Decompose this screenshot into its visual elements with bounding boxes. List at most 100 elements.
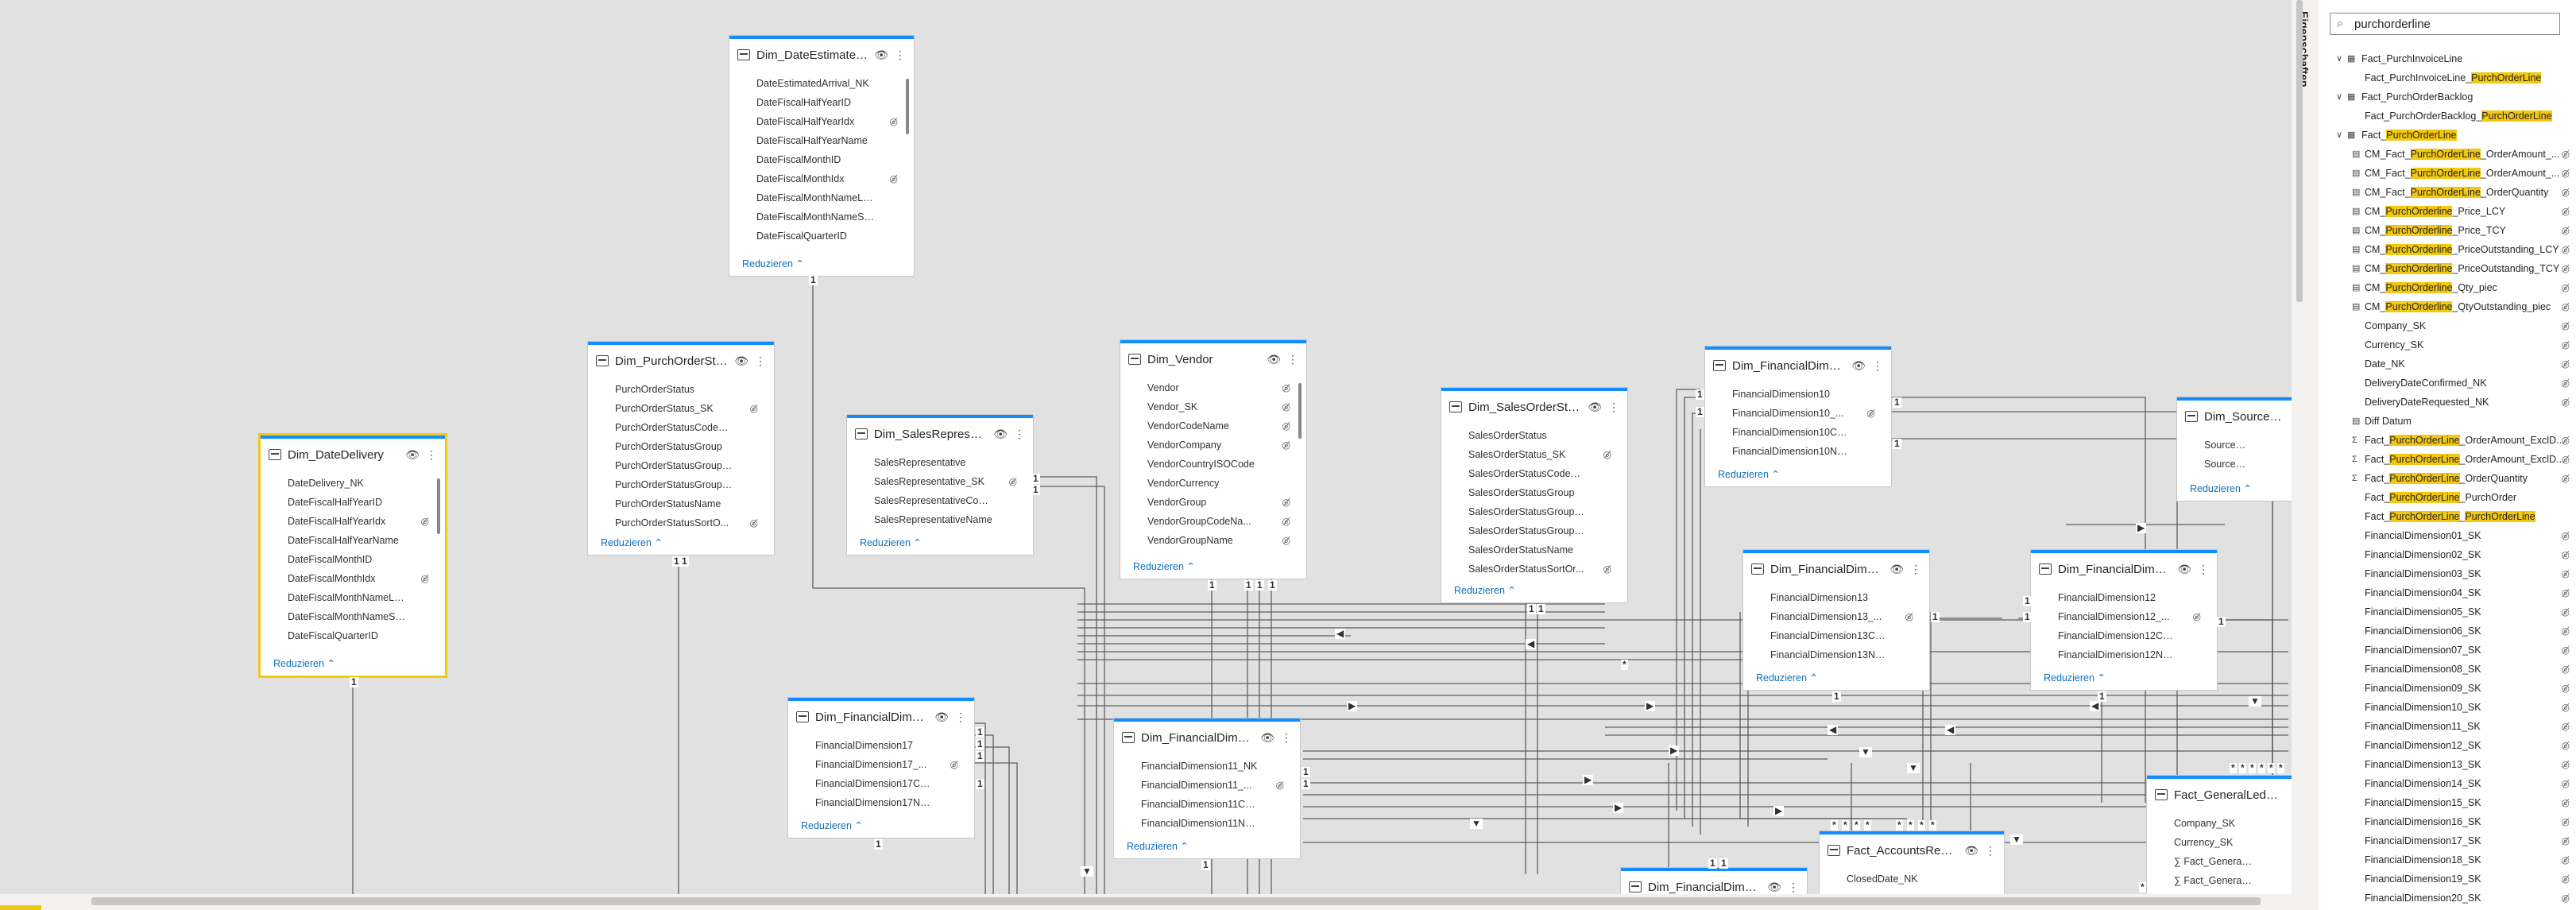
table-field[interactable]: PurchOrderStatusSortO... ◎̸ [615,513,774,532]
table-field[interactable]: FinancialDimension10 [1732,385,1891,404]
hidden-eye-icon[interactable]: ◎̸ [750,399,758,418]
hidden-eye-icon[interactable]: ◎̸ [1282,416,1290,436]
table-field[interactable]: DateFiscalQuarterID [288,626,445,645]
table-field[interactable]: SalesOrderStatusGroupCodeNa... [1468,502,1627,521]
table-field[interactable]: SalesOrderStatusGroupName [1468,521,1627,540]
field-list-item[interactable]: ▤ CM_Fact_PurchOrderLine_OrderQuantity ◎̸ [2319,183,2576,202]
card-scrollbar[interactable] [437,478,440,534]
field-list-item[interactable]: FinancialDimension01_SK ◎̸ [2319,526,2576,545]
field-list-item[interactable]: Date_NK ◎̸ [2319,354,2576,374]
field-list-item[interactable]: FinancialDimension18_SK ◎̸ [2319,850,2576,869]
table-card-sales-order-status[interactable]: Dim_SalesOrderStatus 👁 ⋮ SalesOrderStatus S… [1441,388,1627,602]
table-card-financial-dimension-11[interactable]: Dim_FinancialDimens... 👁 ⋮ FinancialDimens… [1114,718,1300,858]
table-field[interactable]: DateFiscalHalfYearID [288,493,445,512]
table-field[interactable]: VendorCountryISOCode [1147,455,1306,474]
collapse-link[interactable]: Reduzieren ⌃ [1133,560,1195,572]
field-list-item[interactable]: Company_SK ◎̸ [2319,316,2576,335]
field-list-item[interactable]: Σ Fact_PurchOrderLine_OrderAmount_ExclD..… [2319,450,2576,469]
table-field[interactable]: Vendor_SK ◎̸ [1147,397,1306,416]
more-icon[interactable]: ⋮ [1608,401,1619,414]
table-field[interactable]: FinancialDimension13CodeName [1770,626,1929,645]
collapse-link[interactable]: Reduzieren ⌃ [273,657,335,669]
table-field[interactable]: DateFiscalMonthNameShort [288,607,445,626]
table-field[interactable]: PurchOrderStatusGroupName [615,475,774,494]
table-field[interactable]: VendorCurrency [1147,474,1306,493]
hidden-eye-icon[interactable]: ◎̸ [1905,607,1913,626]
chevron-down-icon[interactable]: ∨ [2336,87,2342,106]
collapse-link[interactable]: Reduzieren ⌃ [1756,672,1818,683]
hidden-eye-icon[interactable]: ◎̸ [2562,316,2570,335]
table-field[interactable]: SalesOrderStatus [1468,426,1627,445]
hidden-eye-icon[interactable]: ◎̸ [2193,607,2201,626]
more-icon[interactable]: ⋮ [2198,563,2209,576]
collapse-link[interactable]: Reduzieren ⌃ [801,819,863,831]
eye-icon[interactable]: 👁 [934,711,949,724]
hidden-eye-icon[interactable]: ◎̸ [2562,297,2570,316]
hidden-eye-icon[interactable]: ◎̸ [2562,183,2570,202]
more-icon[interactable]: ⋮ [1281,731,1292,745]
table-card-financial-dimension-12[interactable]: Dim_FinancialDimens... 👁 ⋮ FinancialDimens… [2031,550,2217,690]
hidden-eye-icon[interactable]: ◎̸ [2562,545,2570,564]
field-list-item[interactable]: ▤ CM_PurchOrderline_Qty_piec ◎̸ [2319,278,2576,297]
table-field[interactable]: SalesRepresentative [874,453,1033,472]
eye-icon[interactable]: 👁 [1964,844,1978,858]
table-field[interactable]: FinancialDimension13_... ◎̸ [1770,607,1929,626]
hidden-eye-icon[interactable]: ◎̸ [2562,393,2570,412]
more-icon[interactable]: ⋮ [1287,353,1298,366]
collapse-link[interactable]: Reduzieren ⌃ [2044,672,2106,683]
field-list-item[interactable]: FinancialDimension15_SK ◎̸ [2319,793,2576,812]
field-list-item[interactable]: FinancialDimension07_SK ◎̸ [2319,641,2576,660]
eye-icon[interactable]: 👁 [1767,881,1781,894]
hidden-eye-icon[interactable]: ◎̸ [2562,526,2570,545]
hidden-eye-icon[interactable]: ◎̸ [2562,278,2570,297]
table-field[interactable]: Vendor ◎̸ [1147,378,1306,397]
table-field[interactable]: SourceSystem_NK [2204,436,2292,455]
hidden-eye-icon[interactable]: ◎̸ [2562,354,2570,374]
table-field[interactable]: DateDelivery_NK [288,474,445,493]
table-field[interactable]: ∑ Fact_GeneralLedgerTra... [2174,852,2292,871]
field-list-item[interactable]: FinancialDimension19_SK ◎̸ [2319,869,2576,889]
hidden-eye-icon[interactable]: ◎̸ [1009,472,1017,491]
field-list-item[interactable]: DeliveryDateConfirmed_NK ◎̸ [2319,374,2576,393]
hidden-eye-icon[interactable]: ◎̸ [2562,736,2570,755]
table-card-sales-representative[interactable]: Dim_SalesRepresenta... 👁 ⋮ SalesRepresenta… [847,415,1033,555]
field-list-item[interactable]: ▤ CM_PurchOrderline_QtyOutstanding_piec ◎̸ [2319,297,2576,316]
field-list-item[interactable]: Currency_SK ◎̸ [2319,335,2576,354]
more-icon[interactable]: ⋮ [1910,563,1921,576]
table-field[interactable]: SalesOrderStatusName [1468,540,1627,560]
table-field[interactable]: FinancialDimension12Name [2058,645,2217,664]
table-field[interactable]: DateFiscalQuarterID [756,227,914,246]
table-field[interactable]: FinancialDimension11Name [1141,814,1300,833]
card-scrollbar[interactable] [906,79,909,134]
table-card-fact-general-ledger[interactable]: Fact_GeneralLedgerTr... Company_SK Curren… [2147,776,2292,910]
field-list-item[interactable]: Σ Fact_PurchOrderLine_OrderAmount_ExclD..… [2319,431,2576,450]
table-field[interactable]: SalesOrderStatusSortOr... ◎̸ [1468,560,1627,579]
hidden-eye-icon[interactable]: ◎̸ [2562,602,2570,622]
table-field[interactable]: FinancialDimension13Name [1770,645,1929,664]
table-field[interactable]: FinancialDimension11_NK [1141,757,1300,776]
hidden-eye-icon[interactable]: ◎̸ [2562,774,2570,793]
hidden-eye-icon[interactable]: ◎̸ [2562,889,2570,908]
field-list-item[interactable]: FinancialDimension10_SK ◎̸ [2319,698,2576,717]
hidden-eye-icon[interactable]: ◎̸ [2562,831,2570,850]
hidden-eye-icon[interactable]: ◎̸ [1282,397,1290,416]
field-list-table[interactable]: ∨ ▦ Fact_PurchInvoiceLine [2319,49,2576,68]
hidden-eye-icon[interactable]: ◎̸ [421,569,429,588]
field-list-item[interactable]: FinancialDimension04_SK ◎̸ [2319,583,2576,602]
horizontal-scrollbar[interactable] [91,897,2261,905]
eye-icon[interactable]: 👁 [405,448,420,462]
more-icon[interactable]: ⋮ [1872,359,1883,373]
table-field[interactable]: Company_SK [2174,814,2292,833]
table-field[interactable]: DateFiscalHalfYearID [756,93,914,112]
hidden-eye-icon[interactable]: ◎̸ [2562,641,2570,660]
table-field[interactable]: DateFiscalHalfYearName [756,131,914,150]
field-list-item[interactable]: ▤ CM_PurchOrderline_PriceOutstanding_LCY ◎… [2319,240,2576,259]
hidden-eye-icon[interactable]: ◎̸ [2562,164,2570,183]
more-icon[interactable]: ⋮ [755,354,766,368]
hidden-eye-icon[interactable]: ◎̸ [2562,145,2570,164]
table-field[interactable]: DateFiscalHalfYearIdx ◎̸ [756,112,914,131]
table-field[interactable]: Currency_SK [2174,833,2292,852]
table-field[interactable]: FinancialDimension10_... ◎̸ [1732,404,1891,423]
table-card-vendor[interactable]: Dim_Vendor 👁 ⋮ Vendor ◎̸ Vendor_SK ◎̸ VendorCo… [1120,340,1306,579]
field-list-item[interactable]: FinancialDimension08_SK ◎̸ [2319,660,2576,679]
